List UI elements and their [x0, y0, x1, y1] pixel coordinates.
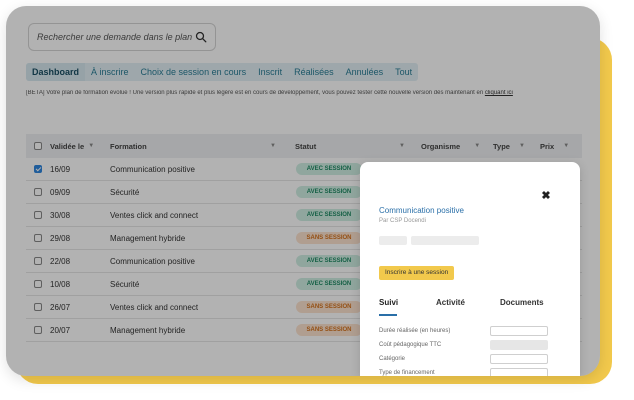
- status-badge: SANS SESSION: [296, 232, 362, 244]
- tab-inscrit[interactable]: Inscrit: [252, 63, 288, 81]
- tab-choix-session[interactable]: Choix de session en cours: [135, 63, 253, 81]
- row-formation: Communication positive: [110, 257, 195, 266]
- header-type[interactable]: Type ▼: [493, 142, 525, 151]
- cout-input: [490, 340, 548, 350]
- inscrire-session-button[interactable]: Inscrire à une session: [379, 266, 455, 280]
- status-badge: SANS SESSION: [296, 301, 362, 313]
- row-date: 29/08: [50, 234, 71, 243]
- header-formation-filter[interactable]: ▼: [270, 143, 276, 149]
- row-formation: Sécurité: [110, 188, 140, 197]
- field-duree: Durée réalisée (en heures): [379, 326, 563, 338]
- row-formation: Sécurité: [110, 280, 140, 289]
- row-checkbox[interactable]: [34, 234, 42, 242]
- filter-icon[interactable]: ▼: [563, 143, 569, 149]
- status-badge: AVEC SESSION: [296, 278, 362, 290]
- tab-dashboard[interactable]: Dashboard: [26, 63, 86, 81]
- status-badge: AVEC SESSION: [296, 163, 362, 175]
- select-all-checkbox[interactable]: [34, 142, 42, 150]
- financement-select[interactable]: [490, 368, 548, 376]
- header-organisme[interactable]: Organisme ▼: [421, 142, 480, 151]
- row-checkbox[interactable]: [34, 257, 42, 265]
- row-formation: Management hybride: [110, 234, 186, 243]
- categorie-select[interactable]: [490, 354, 548, 364]
- tab-annulees[interactable]: Annulées: [340, 63, 390, 81]
- beta-notice: [BETA] Votre plan de formation évolue ! …: [26, 90, 586, 96]
- tab-tout[interactable]: Tout: [389, 63, 418, 81]
- field-cout: Coût pédagogique TTC: [379, 340, 563, 352]
- header-validated[interactable]: Validée le ▼: [50, 142, 94, 151]
- row-checkbox[interactable]: [34, 303, 42, 311]
- row-checkbox[interactable]: [34, 280, 42, 288]
- panel-title: Communication positive: [379, 206, 464, 215]
- header-statut[interactable]: Statut: [295, 142, 316, 151]
- tab-realisees[interactable]: Réalisées: [288, 63, 340, 81]
- row-formation: Communication positive: [110, 165, 195, 174]
- row-date: 22/08: [50, 257, 71, 266]
- filter-icon[interactable]: ▼: [474, 143, 480, 149]
- beta-notice-text: [BETA] Votre plan de formation évolue ! …: [26, 90, 484, 96]
- status-badge: AVEC SESSION: [296, 255, 362, 267]
- duree-input[interactable]: [490, 326, 548, 336]
- filter-icon[interactable]: ▼: [519, 143, 525, 149]
- search-box[interactable]: [28, 23, 216, 51]
- row-date: 10/08: [50, 280, 71, 289]
- loading-placeholder: [411, 236, 479, 245]
- table-header: Validée le ▼ Formation ▼ Statut ▼ Organi…: [26, 134, 582, 158]
- field-categorie: Catégorie: [379, 354, 563, 366]
- row-checkbox[interactable]: [34, 211, 42, 219]
- field-financement: Type de financement: [379, 368, 563, 376]
- tab-suivi[interactable]: Suivi: [379, 298, 398, 307]
- filter-icon[interactable]: ▼: [270, 143, 276, 149]
- row-date: 30/08: [50, 211, 71, 220]
- filter-icon[interactable]: ▼: [399, 143, 405, 149]
- row-formation: Management hybride: [110, 326, 186, 335]
- panel-tabs: Suivi Activité Documents: [379, 296, 563, 316]
- panel-subtitle: Par CSP Docendi: [379, 218, 426, 224]
- header-statut-filter[interactable]: ▼: [399, 143, 405, 149]
- row-date: 20/07: [50, 326, 71, 335]
- row-checkbox[interactable]: [34, 188, 42, 196]
- row-date: 26/07: [50, 303, 71, 312]
- status-badge: SANS SESSION: [296, 324, 362, 336]
- header-prix[interactable]: Prix ▼: [540, 142, 569, 151]
- formation-detail-panel: ✖ Communication positive Par CSP Docendi…: [360, 162, 580, 376]
- active-tab-indicator: [379, 314, 397, 316]
- status-tabs: Dashboard À inscrire Choix de session en…: [26, 63, 419, 81]
- row-date: 09/09: [50, 188, 71, 197]
- status-badge: AVEC SESSION: [296, 209, 362, 221]
- row-checkbox[interactable]: [34, 165, 42, 173]
- app-window: Dashboard À inscrire Choix de session en…: [6, 6, 600, 376]
- row-formation: Ventes click and connect: [110, 303, 199, 312]
- filter-icon[interactable]: ▼: [88, 143, 94, 149]
- row-formation: Ventes click and connect: [110, 211, 199, 220]
- search-input[interactable]: [37, 32, 195, 42]
- search-icon[interactable]: [195, 31, 207, 43]
- header-formation[interactable]: Formation: [110, 142, 147, 151]
- status-badge: AVEC SESSION: [296, 186, 362, 198]
- loading-placeholder: [379, 236, 407, 245]
- tab-a-inscrire[interactable]: À inscrire: [85, 63, 135, 81]
- beta-notice-link[interactable]: cliquant ici: [485, 90, 513, 96]
- row-checkbox[interactable]: [34, 326, 42, 334]
- tab-activite[interactable]: Activité: [436, 298, 465, 307]
- tab-documents[interactable]: Documents: [500, 298, 544, 307]
- row-date: 16/09: [50, 165, 71, 174]
- close-icon[interactable]: ✖: [538, 188, 554, 204]
